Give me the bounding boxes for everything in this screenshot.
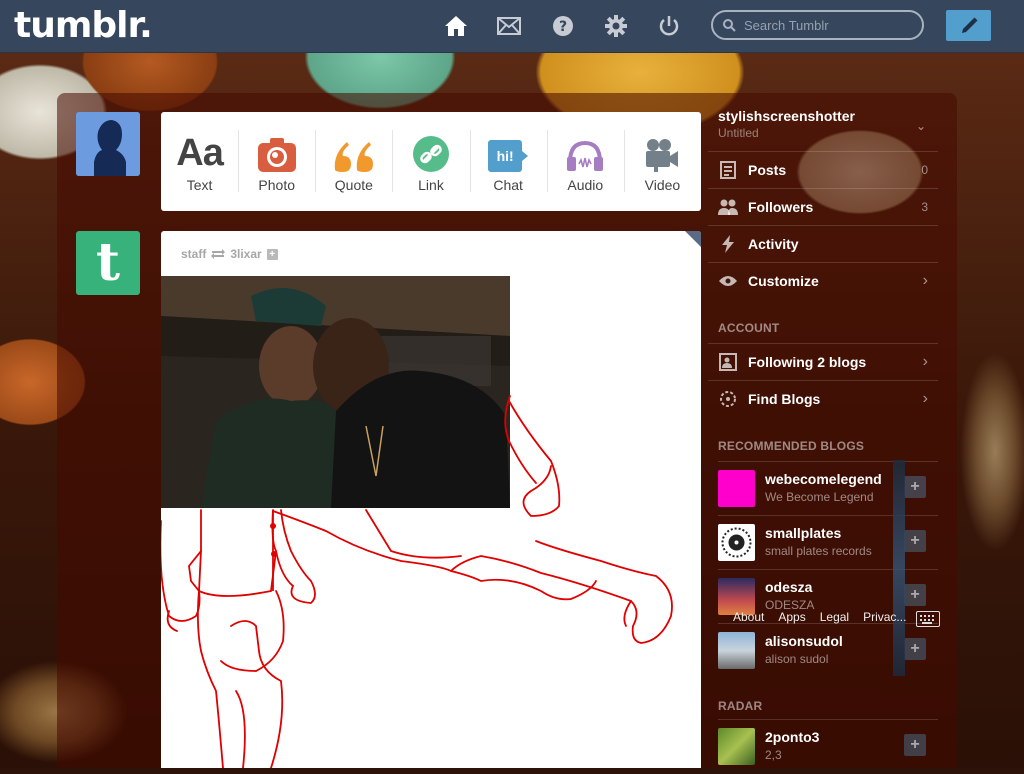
blog-avatar <box>718 470 755 507</box>
blog-subtitle: Untitled <box>718 126 759 140</box>
blog-dropdown-chevron-icon[interactable]: ⌄ <box>916 119 926 133</box>
blog-avatar <box>718 524 755 561</box>
recommended-blog-item[interactable]: webecomelegend We Become Legend + <box>718 461 938 516</box>
sidebar-item-customize[interactable]: Customize › <box>708 262 938 299</box>
blog-name[interactable]: stylishscreenshotter <box>718 108 855 124</box>
paint-splatter <box>960 352 1024 552</box>
lightning-icon <box>718 235 738 253</box>
following-icon <box>718 353 738 371</box>
sidebar-item-following[interactable]: Following 2 blogs › <box>708 343 938 380</box>
followers-icon <box>718 199 738 215</box>
blog-avatar <box>718 728 755 765</box>
chevron-right-icon: › <box>922 353 928 370</box>
sidebar-item-find-blogs[interactable]: Find Blogs › <box>708 380 938 417</box>
sidebar-item-label: Activity <box>748 236 799 252</box>
blog-subtitle: small plates records <box>765 544 872 558</box>
sidebar-item-activity[interactable]: Activity <box>708 225 938 262</box>
red-line-drawing <box>161 395 673 768</box>
scroll-stripe <box>893 460 905 676</box>
post-photo-button[interactable]: Photo <box>238 112 315 211</box>
post-type-label: Video <box>644 177 681 193</box>
post-type-label: Photo <box>258 177 295 193</box>
follow-plus-button[interactable]: + <box>904 476 926 498</box>
sidebar-item-followers[interactable]: Followers 3 <box>708 188 938 225</box>
compass-icon <box>718 390 738 408</box>
blog-title: webecomelegend <box>765 471 882 487</box>
chevron-right-icon: › <box>922 390 928 407</box>
footer-link-about[interactable]: About <box>733 610 764 624</box>
tumblr-staff-avatar[interactable]: t <box>76 231 140 295</box>
post-link-button[interactable]: Link <box>392 112 469 211</box>
text-icon: Aa <box>176 132 224 174</box>
search-icon <box>723 18 736 32</box>
home-icon[interactable] <box>443 13 469 39</box>
blog-subtitle: alison sudol <box>765 652 829 666</box>
recommended-blog-item[interactable]: alisonsudol alison sudol + <box>718 623 938 678</box>
chevron-right-icon: › <box>922 272 928 289</box>
recommended-blogs-heading: RECOMMENDED BLOGS <box>718 439 865 453</box>
account-heading: ACCOUNT <box>718 321 780 335</box>
posts-count: 0 <box>921 163 928 177</box>
blog-avatar <box>718 632 755 669</box>
follow-plus-button[interactable]: + <box>904 734 926 756</box>
logout-icon[interactable] <box>656 13 682 39</box>
followers-count: 3 <box>921 200 928 214</box>
settings-icon[interactable] <box>603 13 629 39</box>
eye-icon <box>718 275 738 287</box>
sidebar-item-label: Find Blogs <box>748 391 821 407</box>
radar-blog-item[interactable]: 2ponto3 2,3 + <box>718 719 938 774</box>
follow-plus-button[interactable]: + <box>904 530 926 552</box>
post-type-label: Link <box>418 177 444 193</box>
pencil-icon <box>961 17 977 33</box>
quote-icon <box>333 112 375 174</box>
sidebar-item-label: Customize <box>748 273 819 289</box>
inbox-icon[interactable] <box>496 13 522 39</box>
video-camera-icon <box>644 112 680 174</box>
top-navigation-bar: tumblr. ? <box>0 0 1024 53</box>
keyboard-shortcuts-icon[interactable] <box>916 611 940 627</box>
blog-title: 2ponto3 <box>765 729 820 745</box>
blog-subtitle: We Become Legend <box>765 490 874 504</box>
follow-plus-button[interactable]: + <box>904 584 926 606</box>
sidebar-item-label: Following 2 blogs <box>748 354 867 370</box>
post-video-button[interactable]: Video <box>623 112 701 211</box>
link-icon <box>412 112 449 174</box>
blog-subtitle: 2,3 <box>765 748 782 762</box>
svg-text:?: ? <box>559 19 567 35</box>
blog-title: alisonsudol <box>765 633 843 649</box>
blog-title: smallplates <box>765 525 842 541</box>
search-input[interactable] <box>742 16 916 34</box>
compose-post-button[interactable] <box>946 10 991 41</box>
search-bar[interactable] <box>711 10 924 40</box>
post-type-label: Chat <box>493 177 523 193</box>
chat-icon: hi! <box>488 112 529 174</box>
follow-plus-button[interactable]: + <box>904 638 926 660</box>
camera-icon <box>257 112 296 174</box>
dashboard-post: staff 3lixar + <box>161 231 701 768</box>
tumblr-logo[interactable]: tumblr. <box>14 4 153 48</box>
footer-links: About Apps Legal Privac... <box>733 610 906 624</box>
post-type-label: Quote <box>334 177 373 193</box>
user-avatar[interactable] <box>76 112 140 176</box>
radar-heading: RADAR <box>718 699 763 713</box>
sidebar-item-label: Followers <box>748 199 814 215</box>
post-quote-button[interactable]: Quote <box>315 112 392 211</box>
blog-title: odesza <box>765 579 813 595</box>
post-audio-button[interactable]: Audio <box>546 112 624 211</box>
footer-link-legal[interactable]: Legal <box>820 610 849 624</box>
post-text-button[interactable]: Aa Text <box>161 112 238 211</box>
sidebar-item-posts[interactable]: Posts 0 <box>708 151 938 188</box>
post-chat-button[interactable]: hi! Chat <box>469 112 547 211</box>
post-type-label: Audio <box>567 177 604 193</box>
sidebar-item-label: Posts <box>748 162 787 178</box>
posts-icon <box>718 161 738 179</box>
recommended-blog-item[interactable]: smallplates small plates records + <box>718 515 938 570</box>
headphones-icon <box>566 112 604 174</box>
help-icon[interactable]: ? <box>550 13 576 39</box>
footer-link-privacy[interactable]: Privac... <box>863 610 906 624</box>
post-type-selector: Aa Text Photo Quote Link hi! Chat Audio … <box>161 112 701 211</box>
post-type-label: Text <box>186 177 213 193</box>
footer-link-apps[interactable]: Apps <box>778 610 805 624</box>
